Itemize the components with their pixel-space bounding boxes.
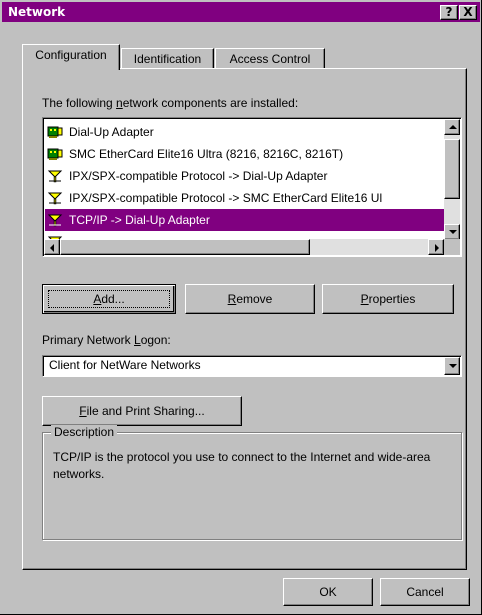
network-dialog: Network ? X Configuration Identification… xyxy=(0,0,482,615)
cancel-button[interactable]: Cancel xyxy=(380,578,470,606)
properties-button-label: roperties xyxy=(368,292,416,306)
primary-logon-select[interactable]: Client for NetWare Networks xyxy=(42,355,462,377)
ok-button[interactable]: OK xyxy=(283,578,373,606)
primary-logon-label-post: ogon: xyxy=(140,333,171,347)
tab-access-control[interactable]: Access Control xyxy=(215,48,325,70)
vertical-scrollbar[interactable] xyxy=(444,119,460,240)
focus-rect xyxy=(48,290,170,308)
network-adapter-icon xyxy=(47,148,63,160)
properties-button[interactable]: Properties xyxy=(322,284,454,314)
list-item-label: IPX/SPX-compatible Protocol -> SMC Ether… xyxy=(69,191,383,205)
list-item[interactable]: Dial-Up Adapter xyxy=(45,121,445,143)
components-heading: The following network components are ins… xyxy=(42,96,298,110)
tab-identification[interactable]: Identification xyxy=(121,48,214,70)
components-heading-pre: The following xyxy=(42,96,117,110)
primary-logon-label-pre: Primary Network xyxy=(42,333,135,347)
scroll-right-button[interactable] xyxy=(428,239,444,255)
list-item[interactable]: IPX/SPX-compatible Protocol -> SMC Ether… xyxy=(45,187,445,209)
protocol-icon xyxy=(47,192,63,205)
tab-identification-label: Identification xyxy=(133,52,202,66)
remove-button-mnemonic: R xyxy=(227,292,237,306)
list-item-label: IPX/SPX-compatible Protocol -> Dial-Up A… xyxy=(69,169,328,183)
tab-access-control-label: Access Control xyxy=(229,52,311,66)
horizontal-scroll-thumb[interactable] xyxy=(60,239,310,255)
file-print-sharing-button[interactable]: File and Print Sharing... xyxy=(42,396,242,426)
components-listbox[interactable]: Dial-Up Adapter SMC EtherCard Elite16 Ul… xyxy=(42,117,462,257)
add-button[interactable]: Add... xyxy=(42,284,176,314)
remove-button[interactable]: Remove xyxy=(185,284,315,314)
protocol-icon xyxy=(47,170,63,183)
primary-logon-label: Primary Network Logon: xyxy=(42,333,171,347)
description-groupbox: Description TCP/IP is the protocol you u… xyxy=(42,425,462,540)
list-item-selected[interactable]: TCP/IP -> Dial-Up Adapter xyxy=(45,209,445,231)
horizontal-scrollbar[interactable] xyxy=(44,239,444,255)
scroll-left-button[interactable] xyxy=(44,239,60,255)
components-heading-post: etwork components are installed: xyxy=(122,96,299,110)
file-print-sharing-mnemonic: F xyxy=(79,404,87,418)
file-print-sharing-label: ile and Print Sharing... xyxy=(86,404,205,418)
tab-configuration-label: Configuration xyxy=(35,48,107,62)
scroll-corner xyxy=(444,239,460,255)
chevron-down-icon xyxy=(449,364,457,368)
list-item[interactable]: SMC EtherCard Elite16 Ultra (8216, 8216C… xyxy=(45,143,445,165)
properties-button-mnemonic: P xyxy=(360,292,369,306)
list-item[interactable]: IPX/SPX-compatible Protocol -> Dial-Up A… xyxy=(45,165,445,187)
scroll-down-button[interactable] xyxy=(444,224,460,240)
scroll-thumb[interactable] xyxy=(444,139,460,199)
close-button[interactable]: X xyxy=(459,5,477,20)
list-item-label: TCP/IP -> Dial-Up Adapter xyxy=(69,213,210,227)
arrow-left-icon xyxy=(50,244,54,252)
tab-configuration[interactable]: Configuration xyxy=(22,44,120,70)
primary-logon-label-mnemonic: L xyxy=(134,333,141,347)
protocol-icon xyxy=(47,214,63,227)
network-adapter-icon xyxy=(47,126,63,138)
arrow-up-icon xyxy=(449,125,457,129)
remove-button-label: emove xyxy=(236,292,273,306)
description-title: Description xyxy=(51,425,118,439)
arrow-down-icon xyxy=(449,230,457,234)
list-item-label: Dial-Up Adapter xyxy=(69,125,154,139)
description-text: TCP/IP is the protocol you use to connec… xyxy=(53,450,431,481)
arrow-right-icon xyxy=(435,244,439,252)
components-heading-mnemonic: n xyxy=(116,96,123,110)
dropdown-button[interactable] xyxy=(444,357,460,375)
list-item-label: SMC EtherCard Elite16 Ultra (8216, 8216C… xyxy=(69,147,344,161)
title-bar[interactable]: Network ? X xyxy=(2,2,480,22)
window-title: Network xyxy=(8,5,66,19)
help-button[interactable]: ? xyxy=(440,5,458,20)
scroll-up-button[interactable] xyxy=(444,119,460,135)
primary-logon-value: Client for NetWare Networks xyxy=(49,358,201,372)
